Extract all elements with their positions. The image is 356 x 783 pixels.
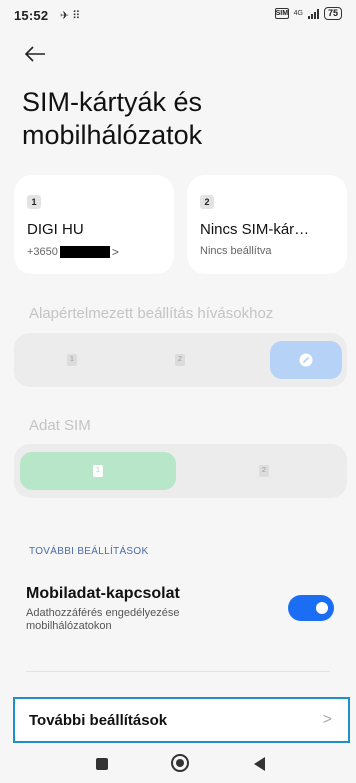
sim-slot-badge: 1 bbox=[93, 465, 103, 477]
data-option-1[interactable]: 1 bbox=[20, 452, 176, 490]
sim-slot-badge: 1 bbox=[27, 195, 41, 209]
back-button[interactable] bbox=[24, 44, 48, 64]
notification-icons: ✈ ⠿ bbox=[60, 10, 81, 22]
recents-square-icon[interactable] bbox=[96, 758, 108, 770]
call-option-1[interactable]: 1 bbox=[67, 354, 77, 366]
page-title: SIM-kártyák és mobilhálózatok bbox=[22, 87, 203, 150]
call-default-label: Alapértelmezett beállítás hívásokhoz bbox=[29, 305, 274, 322]
sim-name: DIGI HU bbox=[27, 221, 84, 238]
data-sim-selector: 1 2 bbox=[14, 444, 347, 498]
mobile-data-row[interactable]: Mobiladat-kapcsolat Adathozzáférés enged… bbox=[26, 585, 336, 640]
phone-prefix: +3650 bbox=[27, 246, 58, 258]
sim-icon: SIM bbox=[274, 8, 289, 19]
sim-card-1[interactable]: 1 DIGI HU +3650 > bbox=[14, 175, 174, 274]
system-nav-bar bbox=[0, 748, 356, 783]
section-header: TOVÁBBI BEÁLLÍTÁSOK bbox=[29, 546, 149, 557]
sim-name: Nincs SIM-kár… bbox=[200, 221, 310, 238]
mobile-data-toggle[interactable] bbox=[288, 595, 334, 621]
data-option-2[interactable]: 2 bbox=[259, 465, 269, 477]
call-option-ask[interactable] bbox=[270, 341, 342, 379]
toggle-knob bbox=[316, 602, 328, 614]
compass-icon bbox=[299, 353, 313, 367]
data-sim-label: Adat SIM bbox=[29, 417, 91, 434]
status-time: 15:52 bbox=[14, 8, 49, 23]
divider bbox=[26, 671, 330, 672]
back-triangle-icon[interactable] bbox=[254, 757, 265, 771]
mobile-data-title: Mobiladat-kapcsolat bbox=[26, 585, 180, 602]
call-option-2[interactable]: 2 bbox=[175, 354, 185, 366]
sim-status: Nincs beállítva bbox=[200, 245, 272, 257]
status-bar: 15:52 ✈ ⠿ SIM 4G 75 bbox=[0, 0, 356, 30]
chevron-right-icon: > bbox=[322, 711, 332, 728]
sim-phone-number: +3650 > bbox=[27, 245, 119, 259]
arrow-left-icon bbox=[24, 46, 45, 62]
signal-icon bbox=[307, 8, 319, 19]
mobile-data-subtitle: Adathozzáférés engedélyezése mobilhálóza… bbox=[26, 607, 180, 632]
redacted-block bbox=[59, 246, 110, 258]
more-settings-row[interactable]: További beállítások > bbox=[13, 697, 350, 743]
call-default-selector: 1 2 bbox=[14, 333, 347, 387]
sim-card-2[interactable]: 2 Nincs SIM-kár… Nincs beállítva bbox=[187, 175, 347, 274]
chevron-right-icon: > bbox=[111, 245, 119, 259]
sim-slot-badge: 2 bbox=[200, 195, 214, 209]
network-type-label: 4G bbox=[293, 10, 303, 17]
more-settings-label: További beállítások bbox=[29, 711, 168, 729]
battery-icon: 75 bbox=[323, 7, 342, 20]
home-circle-icon[interactable] bbox=[171, 754, 189, 772]
status-right-icons: SIM 4G 75 bbox=[274, 7, 342, 20]
